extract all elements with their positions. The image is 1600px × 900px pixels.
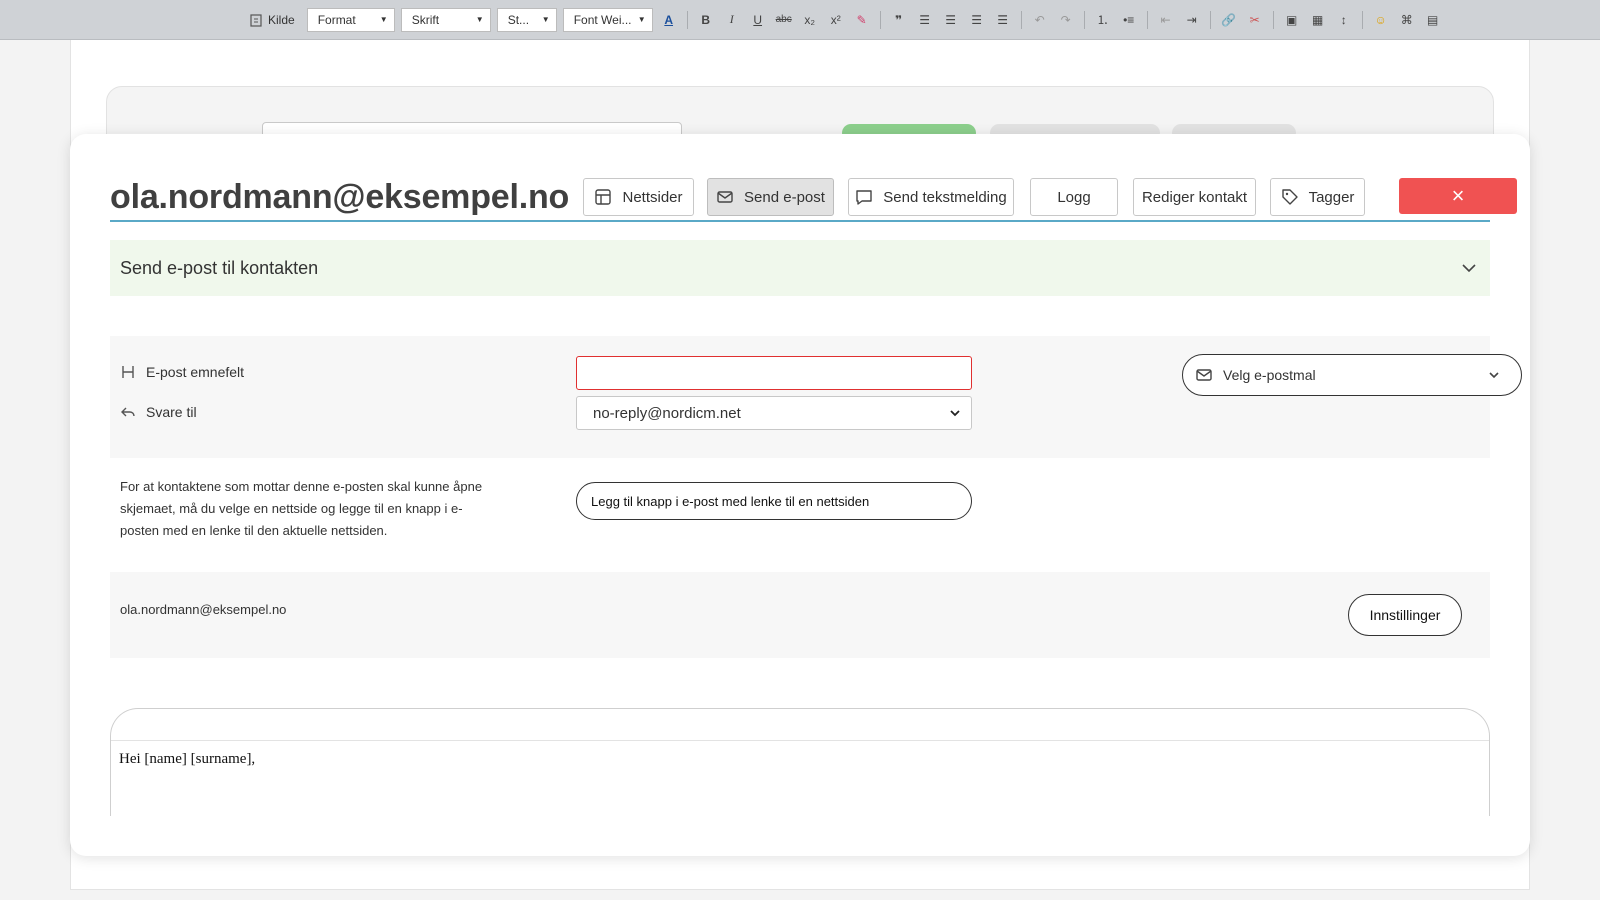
sender-panel: ola.nordmann@eksempel.no Innstillinger — [110, 572, 1490, 658]
info-text: For at kontaktene som mottar denne e-pos… — [120, 479, 483, 538]
email-template-label: Velg e-postmal — [1223, 367, 1316, 383]
send-email-accordion[interactable]: Send e-post til kontakten — [110, 240, 1490, 296]
tags-label: Tagger — [1308, 188, 1355, 206]
strikethrough-icon[interactable]: abc — [774, 9, 794, 31]
undo-icon[interactable]: ↶ — [1030, 9, 1050, 31]
bullet-list-icon[interactable]: •≡ — [1119, 9, 1139, 31]
superscript-icon[interactable]: x² — [826, 9, 846, 31]
unlink-icon[interactable]: ✂ — [1245, 9, 1265, 31]
toolbar-divider — [1209, 10, 1211, 29]
log-label: Logg — [1057, 188, 1091, 206]
chevron-down-icon: ▼ — [475, 15, 484, 24]
source-icon — [250, 13, 262, 27]
remove-format-icon[interactable]: ✎ — [852, 9, 872, 31]
subject-input[interactable] — [576, 356, 972, 390]
send-sms-button[interactable]: Send tekstmelding — [848, 178, 1014, 216]
page-title: ola.nordmann@eksempel.no — [110, 178, 570, 216]
code-icon[interactable]: ⌘ — [1397, 9, 1417, 31]
toolbar-divider — [879, 10, 881, 29]
style-combo-label: St... — [507, 12, 530, 27]
source-label: Kilde — [268, 12, 295, 27]
format-combo-label: Format — [317, 12, 356, 27]
toolbar-divider — [1146, 10, 1148, 29]
chevron-down-icon — [950, 410, 960, 417]
websites-label: Nettsider — [622, 188, 683, 206]
toolbar-divider — [1272, 10, 1274, 29]
close-icon: × — [1451, 183, 1465, 208]
blockquote-icon[interactable]: ❞ — [889, 9, 909, 31]
log-button[interactable]: Logg — [1030, 178, 1118, 216]
align-center-icon[interactable]: ☰ — [941, 9, 961, 31]
reply-to-value: no-reply@nordicm.net — [593, 404, 741, 422]
toolbar-divider — [686, 10, 688, 29]
emoji-icon[interactable]: ☺ — [1371, 9, 1391, 31]
toolbar-divider — [1361, 10, 1363, 29]
numbered-list-icon[interactable]: ⒈ — [1093, 9, 1113, 31]
settings-button[interactable]: Innstillinger — [1348, 594, 1462, 636]
send-email-button[interactable]: Send e-post — [707, 178, 834, 216]
email-form-panel: E-post emnefelt Svare til no-reply@nordi… — [110, 336, 1522, 458]
send-sms-label: Send tekstmelding — [883, 188, 1007, 206]
editor-content[interactable]: Hei [name] [surname], — [111, 741, 1489, 778]
align-left-icon[interactable]: ☰ — [915, 9, 935, 31]
reply-to-label: Svare til — [146, 404, 197, 420]
send-email-label: Send e-post — [744, 188, 825, 206]
link-icon[interactable]: 🔗 — [1219, 9, 1239, 31]
close-button[interactable]: × — [1399, 178, 1517, 214]
contact-modal: ola.nordmann@eksempel.no Nettsider Send … — [70, 134, 1530, 856]
mail-icon — [717, 191, 733, 203]
text-color-icon[interactable]: A — [659, 9, 679, 31]
subject-row: E-post emnefelt — [120, 364, 244, 380]
font-weight-combo-label: Font Wei... — [573, 12, 632, 27]
chevron-down-icon: ▼ — [541, 15, 550, 24]
table-icon[interactable]: ▦ — [1308, 9, 1328, 31]
justify-icon[interactable]: ☰ — [993, 9, 1013, 31]
font-combo-label: Skrift — [411, 12, 440, 27]
chevron-down-icon — [1462, 264, 1476, 273]
reply-to-select[interactable]: no-reply@nordicm.net — [576, 396, 972, 430]
outdent-icon[interactable]: ⇤ — [1156, 9, 1176, 31]
editor-toolbar: Kilde Format ▼ Skrift ▼ St... ▼ Font Wei...… — [0, 0, 1600, 40]
sender-email: ola.nordmann@eksempel.no — [120, 602, 287, 617]
underline-icon[interactable]: U — [748, 9, 768, 31]
line-height-icon[interactable]: ↕ — [1334, 9, 1354, 31]
bold-icon[interactable]: B — [696, 9, 716, 31]
font-weight-combo[interactable]: Font Wei... ▼ — [562, 7, 653, 32]
mail-icon — [1196, 369, 1212, 381]
source-button[interactable]: Kilde — [250, 13, 295, 27]
italic-icon[interactable]: I — [722, 9, 742, 31]
image-icon[interactable]: ▣ — [1282, 9, 1302, 31]
email-body-editor[interactable]: Hei [name] [surname], — [110, 708, 1490, 816]
format-combo[interactable]: Format ▼ — [306, 7, 395, 32]
template-icon[interactable]: ▤ — [1423, 9, 1443, 31]
chat-icon — [856, 190, 872, 205]
tag-icon — [1281, 189, 1298, 205]
toolbar-divider — [1020, 10, 1022, 29]
reply-icon — [121, 407, 135, 417]
tags-button[interactable]: Tagger — [1270, 178, 1365, 216]
layout-icon — [595, 189, 612, 205]
chevron-down-icon — [1489, 372, 1499, 379]
font-combo[interactable]: Skrift ▼ — [400, 7, 491, 32]
editor-top-bar — [111, 709, 1489, 741]
subject-label: E-post emnefelt — [146, 364, 245, 380]
websites-button[interactable]: Nettsider — [583, 178, 694, 216]
toolbar-divider — [1083, 10, 1085, 29]
edit-contact-label: Rediger kontakt — [1141, 188, 1248, 206]
chevron-down-icon: ▼ — [379, 15, 388, 24]
edit-contact-button[interactable]: Rediger kontakt — [1133, 178, 1256, 216]
align-right-icon[interactable]: ☰ — [967, 9, 987, 31]
indent-icon[interactable]: ⇥ — [1182, 9, 1202, 31]
chevron-down-icon: ▼ — [637, 15, 646, 24]
add-link-button[interactable]: Legg til knapp i e-post med lenke til en… — [576, 482, 972, 520]
email-template-select[interactable]: Velg e-postmal — [1182, 354, 1522, 396]
subscript-icon[interactable]: x₂ — [800, 9, 820, 31]
accordion-title: Send e-post til kontakten — [120, 257, 319, 278]
style-combo[interactable]: St... ▼ — [496, 7, 557, 32]
reply-to-row: Svare til — [120, 404, 197, 420]
redo-icon[interactable]: ↷ — [1056, 9, 1076, 31]
heading-icon — [122, 366, 134, 378]
